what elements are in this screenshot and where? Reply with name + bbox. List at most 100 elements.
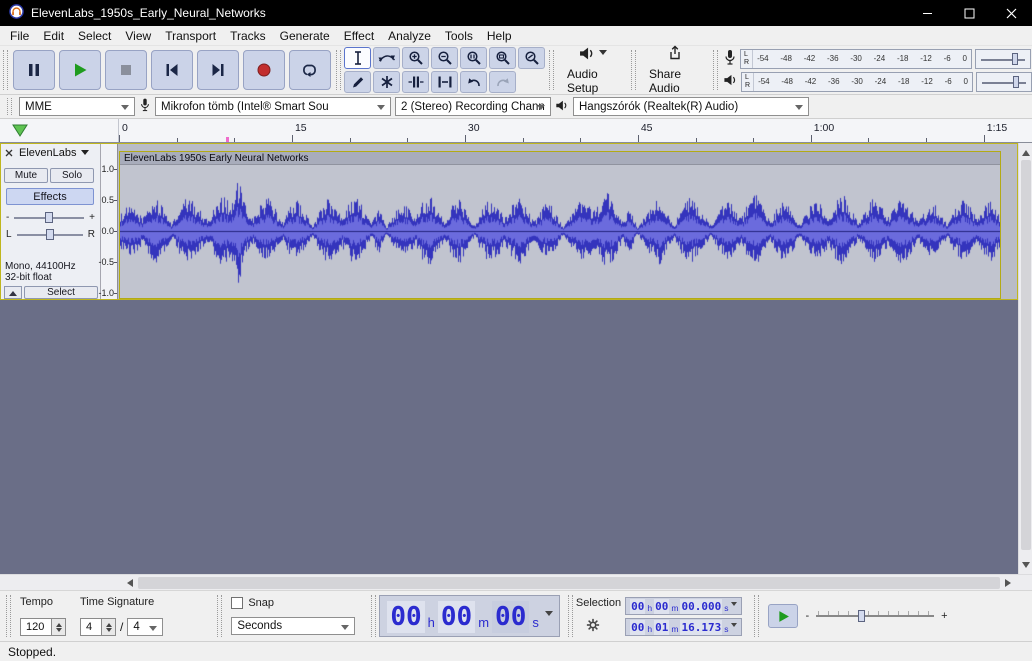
toolbar-grip[interactable]: [217, 595, 222, 637]
time-signature-lower-select[interactable]: 4: [127, 618, 163, 636]
tempo-spinner[interactable]: 120: [20, 618, 66, 636]
menu-effect[interactable]: Effect: [337, 27, 381, 45]
position-hours[interactable]: 00: [387, 601, 424, 633]
loop-button[interactable]: [289, 50, 331, 90]
position-minutes[interactable]: 00: [438, 601, 475, 633]
track-menu-caret-icon[interactable]: [81, 150, 89, 159]
clip-header[interactable]: ElevenLabs 1950s Early Neural Networks: [120, 152, 1000, 165]
scroll-right-arrow[interactable]: [1002, 575, 1018, 591]
slider-thumb[interactable]: [45, 212, 53, 223]
selection-tool-button[interactable]: [344, 47, 371, 69]
waveform-canvas[interactable]: [120, 165, 1000, 298]
tempo-value[interactable]: 120: [20, 618, 52, 636]
toolbar-grip[interactable]: [754, 595, 759, 637]
horizontal-scrollbar[interactable]: [0, 574, 1032, 590]
vertical-scrollbar[interactable]: [1018, 143, 1032, 574]
spin-down-icon[interactable]: [102, 627, 115, 635]
timeline-scale[interactable]: 01530451:001:15: [118, 119, 1018, 142]
chevron-down-icon[interactable]: [731, 623, 737, 630]
playback-device-select[interactable]: Hangszórók (Realtek(R) Audio): [573, 97, 809, 116]
time-signature-upper-spinner[interactable]: 4: [80, 618, 116, 636]
toolbar-grip[interactable]: [568, 595, 573, 637]
collapse-track-button[interactable]: [4, 286, 22, 299]
envelope-tool-button[interactable]: [373, 47, 400, 69]
timeline-ruler[interactable]: 01530451:001:15: [0, 119, 1032, 143]
play-button[interactable]: [59, 50, 101, 90]
pan-slider[interactable]: [15, 228, 85, 241]
slider-thumb[interactable]: [1012, 53, 1018, 65]
track-name[interactable]: ElevenLabs: [19, 147, 77, 159]
toolbar-grip[interactable]: [336, 50, 341, 90]
menu-generate[interactable]: Generate: [273, 27, 337, 45]
selection-settings-gear-icon[interactable]: [586, 618, 600, 635]
slider-thumb[interactable]: [858, 610, 865, 622]
toolbar-grip[interactable]: [713, 50, 718, 90]
audio-host-select[interactable]: MME: [19, 97, 135, 116]
toolbar-grip[interactable]: [6, 595, 11, 637]
toolbar-grip[interactable]: [7, 98, 12, 115]
share-audio-button[interactable]: Share Audio: [639, 46, 710, 94]
snap-mode-select[interactable]: Seconds: [231, 617, 355, 635]
zoom-toggle-button[interactable]: [518, 47, 545, 69]
menu-edit[interactable]: Edit: [36, 27, 71, 45]
gain-slider[interactable]: [12, 211, 86, 224]
silence-audio-button[interactable]: [431, 71, 458, 93]
spin-up-icon[interactable]: [102, 619, 115, 627]
menu-file[interactable]: File: [3, 27, 36, 45]
spin-down-icon[interactable]: [52, 627, 65, 635]
audio-position-display[interactable]: 00h 00m 00s: [379, 595, 560, 637]
menu-analyze[interactable]: Analyze: [381, 27, 438, 45]
chevron-down-icon[interactable]: [545, 611, 553, 620]
zoom-out-button[interactable]: [431, 47, 458, 69]
solo-button[interactable]: Solo: [50, 168, 94, 183]
scroll-up-arrow[interactable]: [1019, 143, 1032, 158]
record-button[interactable]: [243, 50, 285, 90]
stop-button[interactable]: [105, 50, 147, 90]
draw-tool-button[interactable]: [344, 71, 371, 93]
track-select-button[interactable]: Select: [24, 286, 98, 299]
multi-tool-button[interactable]: [373, 71, 400, 93]
redo-button[interactable]: [489, 71, 516, 93]
snap-checkbox[interactable]: [231, 597, 243, 609]
recording-device-select[interactable]: Mikrofon tömb (Intel® Smart Sou: [155, 97, 391, 116]
position-seconds[interactable]: 00: [492, 601, 529, 633]
audio-setup-button[interactable]: Audio Setup: [557, 46, 628, 94]
track-row[interactable]: ElevenLabs Mute Solo Effects - + L R Mon…: [0, 143, 1018, 300]
toolbar-grip[interactable]: [549, 50, 554, 90]
scroll-left-arrow[interactable]: [120, 575, 136, 591]
pinned-play-head-icon[interactable]: [12, 124, 28, 140]
trim-audio-button[interactable]: [402, 71, 429, 93]
toolbar-grip[interactable]: [631, 50, 636, 90]
vertical-scrollbar-thumb[interactable]: [1021, 160, 1031, 550]
toolbar-grip[interactable]: [3, 50, 8, 90]
track-close-icon[interactable]: [3, 147, 15, 159]
zoom-to-fit-button[interactable]: [489, 47, 516, 69]
track-area[interactable]: ElevenLabs Mute Solo Effects - + L R Mon…: [0, 143, 1032, 574]
recording-channels-select[interactable]: 2 (Stereo) Recording Chann: [395, 97, 551, 116]
close-button[interactable]: [990, 0, 1032, 26]
selection-start-display[interactable]: 00h 00m 00.000s: [625, 597, 742, 615]
recording-volume-slider[interactable]: [975, 49, 1031, 69]
effects-button[interactable]: Effects: [6, 188, 94, 205]
mute-button[interactable]: Mute: [4, 168, 48, 183]
scroll-down-arrow[interactable]: [1019, 559, 1032, 574]
menu-tracks[interactable]: Tracks: [223, 27, 273, 45]
menu-view[interactable]: View: [118, 27, 158, 45]
skip-to-start-button[interactable]: [151, 50, 193, 90]
maximize-button[interactable]: [948, 0, 990, 26]
menu-transport[interactable]: Transport: [158, 27, 223, 45]
time-signature-upper[interactable]: 4: [80, 618, 102, 636]
slider-thumb[interactable]: [46, 229, 54, 240]
skip-to-end-button[interactable]: [197, 50, 239, 90]
pause-button[interactable]: [13, 50, 55, 90]
horizontal-scrollbar-thumb[interactable]: [138, 577, 1000, 589]
minimize-button[interactable]: [906, 0, 948, 26]
menu-tools[interactable]: Tools: [438, 27, 480, 45]
zoom-in-button[interactable]: [402, 47, 429, 69]
playback-meter[interactable]: LR-54-48-42-36-30-24-18-12-60: [723, 72, 1032, 92]
toolbar-grip[interactable]: [371, 595, 376, 637]
chevron-down-icon[interactable]: [731, 602, 737, 609]
recording-meter[interactable]: LR-54-48-42-36-30-24-18-12-60: [723, 49, 1032, 69]
playback-volume-slider[interactable]: [976, 72, 1032, 92]
vertical-amplitude-ruler[interactable]: 1.00.50.0-0.5-1.0: [101, 144, 118, 299]
